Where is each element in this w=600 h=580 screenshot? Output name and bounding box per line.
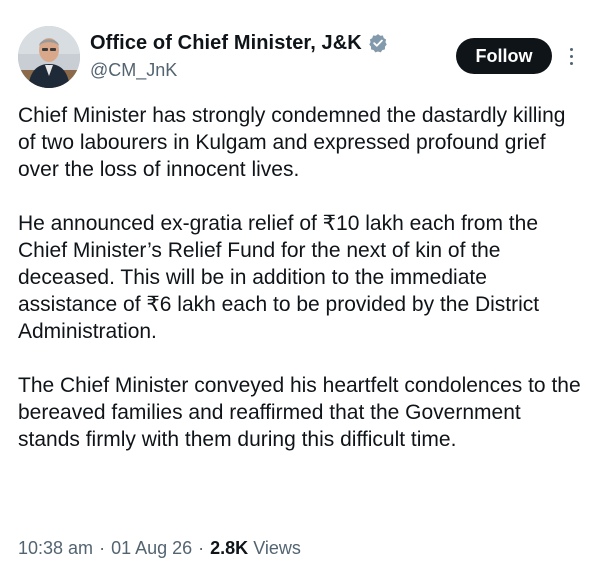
tweet-paragraph: The Chief Minister conveyed his heartfel… (18, 374, 581, 451)
more-vertical-icon[interactable] (564, 42, 578, 70)
tweet-meta: 10:38 am · 01 Aug 26 · 2.8K Views (18, 538, 301, 559)
meta-separator: · (198, 538, 205, 558)
avatar[interactable] (18, 26, 80, 88)
follow-button[interactable]: Follow (456, 38, 552, 74)
views-label: Views (253, 538, 301, 558)
post-time[interactable]: 10:38 am (18, 538, 93, 559)
meta-separator: · (99, 538, 106, 558)
views-count: 2.8K (210, 538, 249, 558)
more-dot (569, 47, 573, 51)
tweet-body: Chief Minister has strongly condemned th… (18, 102, 584, 480)
tweet-paragraph: He announced ex-gratia relief of ₹10 lak… (18, 212, 540, 343)
more-dot (569, 61, 573, 65)
tweet-header: Office of Chief Minister, J&K @CM_JnK Fo… (18, 26, 588, 90)
author-display-name[interactable]: Office of Chief Minister, J&K (90, 32, 362, 55)
author-handle[interactable]: @CM_JnK (90, 60, 388, 81)
verified-badge-icon (368, 33, 388, 53)
name-row: Office of Chief Minister, J&K (90, 30, 388, 56)
tweet-paragraph: Chief Minister has strongly condemned th… (18, 104, 566, 181)
author-info: Office of Chief Minister, J&K @CM_JnK (90, 30, 388, 81)
more-dot (569, 54, 573, 58)
post-date[interactable]: 01 Aug 26 (111, 538, 192, 559)
profile-photo-icon (18, 26, 80, 88)
tweet-card: Office of Chief Minister, J&K @CM_JnK Fo… (0, 0, 600, 580)
